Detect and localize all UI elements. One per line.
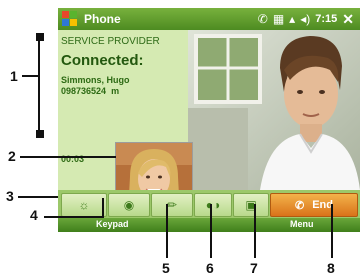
callout-6: 6 [206, 260, 214, 276]
callout-3: 3 [6, 188, 14, 204]
softkey-keypad[interactable]: Keypad [96, 219, 129, 229]
clock[interactable]: 7:15 [315, 13, 337, 25]
end-call-label: End [312, 199, 333, 211]
close-icon[interactable]: ✕ [342, 11, 354, 28]
phone-handset-icon: ✆ [295, 199, 305, 212]
callout-4-vertical [102, 198, 104, 218]
remote-video-image [188, 30, 360, 190]
callout-1-bottom-marker [36, 130, 44, 138]
microphone-mute-icon: ✏ [166, 198, 178, 212]
callout-8-line [331, 204, 333, 258]
callout-5-line [166, 204, 168, 258]
volume-icon[interactable]: ◂​) [300, 10, 310, 28]
callout-7-line [254, 204, 256, 258]
camera-toggle-button[interactable]: ◉ [108, 193, 150, 217]
service-provider: SERVICE PROVIDER [61, 36, 160, 47]
callout-4-line [44, 216, 104, 218]
callout-1-top-marker [36, 33, 44, 41]
callout-1: 1 [10, 68, 18, 84]
callout-4: 4 [30, 207, 38, 223]
caller-name: Simmons, Hugo [61, 75, 130, 85]
callout-1-bracket [38, 36, 40, 134]
signal-icon[interactable]: ▴ [289, 10, 295, 28]
camera-icon: ◉ [123, 198, 135, 212]
call-status: Connected: [61, 52, 144, 69]
end-call-button[interactable]: ✆ End [270, 193, 358, 217]
callout-1-line [22, 75, 38, 77]
caller-number: 098736524 [61, 86, 107, 96]
callout-8: 8 [327, 260, 335, 276]
softkey-menu[interactable]: Menu [290, 219, 314, 229]
windows-logo-icon[interactable] [62, 11, 78, 27]
call-active-icon[interactable]: ✆ [258, 10, 268, 28]
caller-number-row: 098736524 m [61, 86, 119, 96]
brightness-icon: ☼ [78, 198, 90, 212]
remote-video [188, 30, 360, 190]
callout-7: 7 [250, 260, 258, 276]
swap-video-icon: ●◑ [205, 198, 221, 212]
callout-5: 5 [162, 260, 170, 276]
app-title: Phone [84, 12, 121, 26]
swap-video-button[interactable]: ●◑ [194, 193, 232, 217]
callout-3-line [18, 196, 58, 198]
data-connection-icon[interactable]: ▦ [273, 10, 284, 28]
callout-6-line [210, 204, 212, 258]
brightness-button[interactable]: ☼ [61, 193, 107, 217]
number-type: m [111, 86, 120, 96]
mute-button[interactable]: ✏ [151, 193, 193, 217]
callout-2: 2 [8, 148, 16, 164]
call-area: SERVICE PROVIDER Connected: Simmons, Hug… [58, 30, 360, 214]
contact-button[interactable]: ▣ [233, 193, 269, 217]
title-bar: Phone ✆ ▦ ▴ ◂​) 7:15 ✕ [58, 8, 360, 30]
status-icons: ✆ ▦ ▴ ◂​) 7:15 ✕ [258, 10, 354, 28]
softkey-bar: Keypad Menu [58, 218, 360, 232]
callout-2-line [20, 156, 116, 158]
